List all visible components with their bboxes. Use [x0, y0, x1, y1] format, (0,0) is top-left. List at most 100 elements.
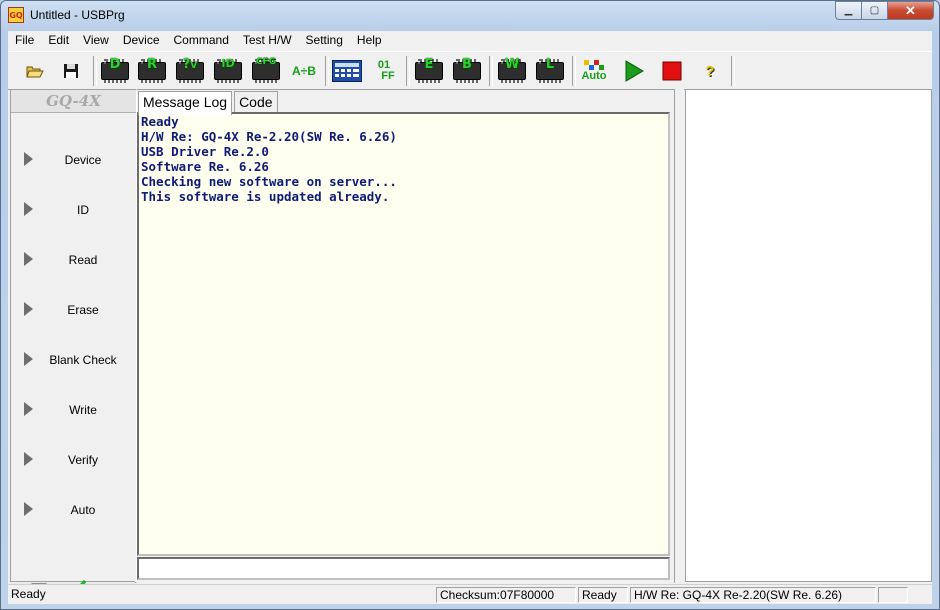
- read-chip-button[interactable]: R: [136, 56, 168, 86]
- fill-ff-label: FF: [381, 70, 395, 82]
- chip-write-icon: W: [498, 57, 526, 83]
- tab-strip: Message Log Code: [138, 91, 280, 115]
- menu-setting[interactable]: Setting: [299, 31, 350, 50]
- chip-read-icon: R: [138, 57, 166, 83]
- close-button[interactable]: ✕: [888, 1, 934, 20]
- status-state: Ready: [578, 587, 628, 603]
- sidebar-item-write[interactable]: Write: [11, 394, 136, 424]
- sidebar-item-blank-check[interactable]: Blank Check: [11, 344, 136, 374]
- toolbar-separator: [325, 56, 329, 86]
- blank-check-button[interactable]: B: [451, 56, 483, 86]
- save-button[interactable]: [55, 56, 87, 86]
- minimize-button[interactable]: ▁: [835, 1, 862, 20]
- log-line: Software Re. 6.26: [141, 159, 269, 174]
- title-bar[interactable]: GQ Untitled - USBPrg ▁ ▢ ✕: [1, 1, 939, 29]
- app-window: GQ Untitled - USBPrg ▁ ▢ ✕ File Edit Vie…: [0, 0, 940, 610]
- toolbar-separator: [731, 56, 735, 86]
- toolbar-separator: [572, 56, 576, 86]
- stop-icon: [662, 61, 682, 81]
- calculator-icon: [332, 60, 362, 82]
- chip-id-button[interactable]: ID: [212, 56, 244, 86]
- minimize-icon: ▁: [844, 5, 853, 16]
- status-extra: [878, 587, 908, 603]
- menu-command[interactable]: Command: [167, 31, 236, 50]
- maximize-button[interactable]: ▢: [862, 1, 888, 20]
- chip-config-icon: CFG: [252, 57, 280, 83]
- window-title: Untitled - USBPrg: [30, 8, 125, 22]
- toolbar: D R ?V ID CFG A÷B 01 FF E B W L Auto ?: [8, 51, 932, 90]
- status-bar: Ready Checksum:07F80000 Ready H/W Re: GQ…: [8, 584, 932, 604]
- menu-help[interactable]: Help: [350, 31, 389, 50]
- sidebar-item-verify[interactable]: Verify: [11, 444, 136, 474]
- arrow-right-icon: [24, 252, 33, 266]
- stop-button[interactable]: [656, 56, 688, 86]
- arrow-right-icon: [24, 352, 33, 366]
- compare-button[interactable]: A÷B: [288, 56, 320, 86]
- menu-test-hw[interactable]: Test H/W: [236, 31, 299, 50]
- brand-logo: GQ-4X: [11, 90, 136, 113]
- log-line: This software is updated already.: [141, 189, 390, 204]
- menu-view[interactable]: View: [76, 31, 116, 50]
- status-hw-version: H/W Re: GQ-4X Re-2.20(SW Re. 6.26): [630, 587, 876, 603]
- menu-device[interactable]: Device: [116, 31, 167, 50]
- compare-ab-icon: A÷B: [292, 64, 316, 78]
- pane-splitter[interactable]: [674, 89, 684, 583]
- auto-blocks-icon: [584, 60, 604, 70]
- toolbar-separator: [406, 56, 410, 86]
- arrow-right-icon: [24, 302, 33, 316]
- command-input[interactable]: [137, 557, 670, 580]
- resize-grip[interactable]: [910, 587, 932, 603]
- sidebar-item-id[interactable]: ID: [11, 194, 136, 224]
- arrow-right-icon: [24, 502, 33, 516]
- tab-code[interactable]: Code: [234, 91, 278, 114]
- lock-chip-button[interactable]: L: [534, 56, 566, 86]
- status-checksum: Checksum:07F80000: [436, 587, 576, 603]
- menu-edit[interactable]: Edit: [41, 31, 76, 50]
- client-area: File Edit View Device Command Test H/W S…: [8, 31, 932, 604]
- open-folder-icon: [26, 66, 44, 78]
- log-line: USB Driver Re.2.0: [141, 144, 269, 159]
- arrow-right-icon: [24, 202, 33, 216]
- chip-icon: D: [101, 57, 129, 83]
- arrow-right-icon: [24, 152, 33, 166]
- close-icon: ✕: [905, 2, 916, 18]
- play-icon: [625, 60, 644, 82]
- auto-button[interactable]: Auto: [578, 56, 610, 86]
- menu-bar: File Edit View Device Command Test H/W S…: [8, 31, 932, 50]
- run-button[interactable]: [618, 56, 650, 86]
- sidebar-item-device[interactable]: Device: [11, 144, 136, 174]
- verify-chip-button[interactable]: ?V: [174, 56, 206, 86]
- tab-message-log[interactable]: Message Log: [138, 91, 233, 115]
- maximize-icon: ▢: [869, 5, 880, 16]
- sidebar-item-erase[interactable]: Erase: [11, 294, 136, 324]
- fill-buffer-button[interactable]: 01 FF: [368, 56, 400, 86]
- right-panel[interactable]: [685, 89, 932, 582]
- device-select-button[interactable]: D: [99, 56, 131, 86]
- chip-erase-icon: E: [415, 57, 443, 83]
- chip-config-button[interactable]: CFG: [250, 56, 282, 86]
- open-button[interactable]: [19, 56, 51, 86]
- chip-blank-icon: B: [453, 57, 481, 83]
- chip-verify-icon: ?V: [176, 57, 204, 83]
- floppy-disk-icon: [64, 64, 78, 78]
- status-message: Ready: [11, 587, 46, 601]
- operations-sidebar: GQ-4X Device ID Read Erase Blank Check W…: [10, 89, 137, 583]
- chip-id-icon: ID: [214, 57, 242, 83]
- sidebar-item-read[interactable]: Read: [11, 244, 136, 274]
- arrow-right-icon: [24, 402, 33, 416]
- erase-chip-button[interactable]: E: [413, 56, 445, 86]
- help-icon: ?: [705, 62, 715, 80]
- gq-app-icon[interactable]: GQ: [8, 7, 24, 23]
- log-line: H/W Re: GQ-4X Re-2.20(SW Re. 6.26): [141, 129, 397, 144]
- toolbar-separator: [93, 56, 97, 86]
- write-chip-button[interactable]: W: [496, 56, 528, 86]
- log-line: Checking new software on server...: [141, 174, 397, 189]
- hex-editor-button[interactable]: [331, 56, 363, 86]
- log-line: Ready: [141, 114, 179, 129]
- menu-file[interactable]: File: [8, 31, 41, 50]
- sidebar-item-auto[interactable]: Auto: [11, 494, 136, 524]
- chip-lock-icon: L: [536, 57, 564, 83]
- help-button[interactable]: ?: [694, 56, 726, 86]
- message-log[interactable]: Ready H/W Re: GQ-4X Re-2.20(SW Re. 6.26)…: [137, 112, 670, 556]
- arrow-right-icon: [24, 452, 33, 466]
